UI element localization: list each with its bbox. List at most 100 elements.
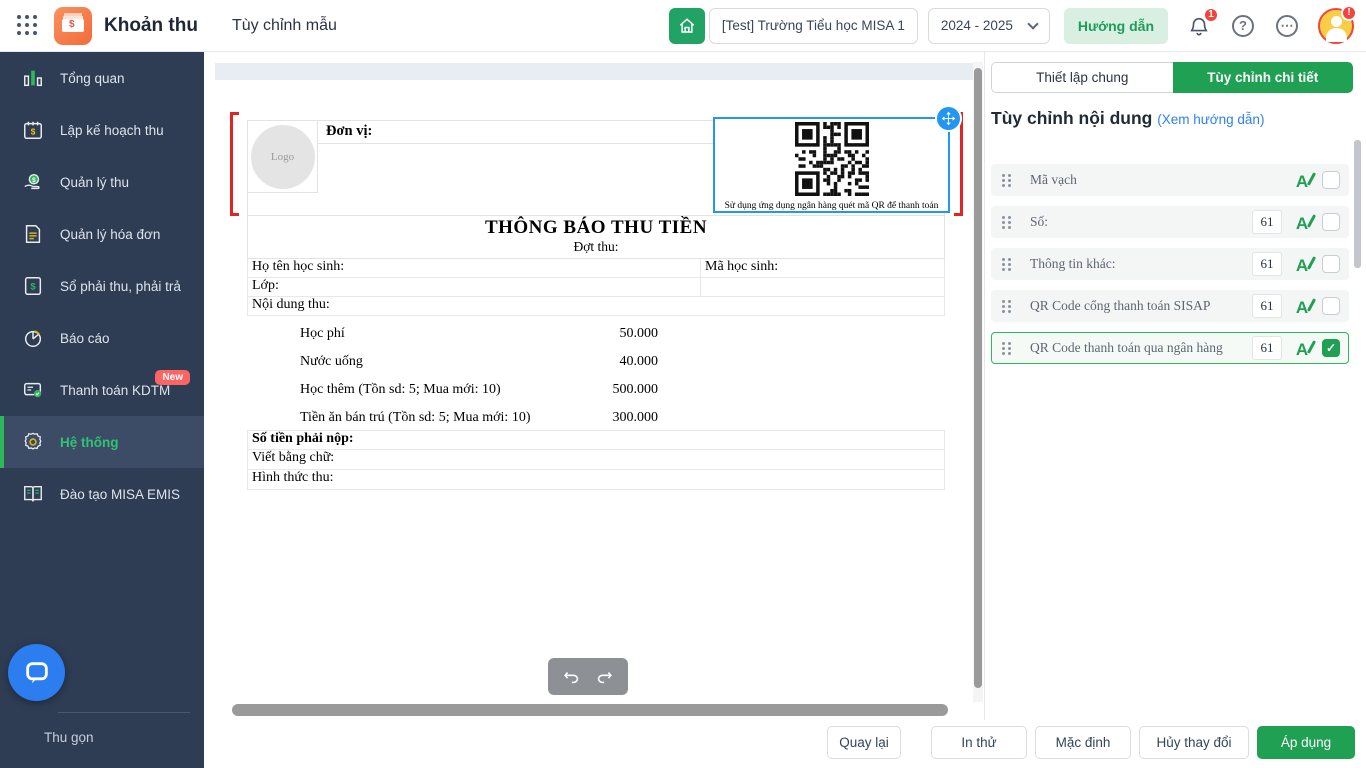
test-print-button[interactable]: In thử xyxy=(931,726,1027,759)
gear-icon xyxy=(24,432,42,450)
panel-scrollbar[interactable] xyxy=(1354,140,1361,268)
in-words-row[interactable]: Viết bằng chữ: xyxy=(247,450,945,470)
guide-button[interactable]: Hướng dẫn xyxy=(1063,7,1168,44)
page-margin-band xyxy=(215,63,974,80)
sidebar-item-bao-cao[interactable]: Báo cáo xyxy=(0,312,204,364)
font-settings-icon[interactable]: A xyxy=(1290,210,1317,234)
font-size-value[interactable]: 61 xyxy=(1252,336,1282,360)
template-preview-canvas: Logo Đơn vị: Sử dụng ứng dụng ngân hàng … xyxy=(204,52,984,720)
font-settings-icon[interactable]: A xyxy=(1290,168,1317,192)
invoice-icon xyxy=(25,225,41,243)
fee-row: Học phí 50.000 xyxy=(300,326,658,341)
document-title-block[interactable]: THÔNG BÁO THU TIỀN Đợt thu: xyxy=(247,215,945,259)
app-name: Khoản thu xyxy=(104,14,198,36)
option-qr-sisap[interactable]: QR Code cổng thanh toán SISAP 61 A xyxy=(991,290,1349,322)
help-button[interactable]: ? xyxy=(1230,13,1256,39)
undo-icon[interactable] xyxy=(562,667,581,686)
calendar-money-icon: $ xyxy=(24,121,42,139)
sidebar-item-quan-ly-thu[interactable]: $ Quản lý thu xyxy=(0,156,204,208)
option-checkbox-checked[interactable]: ✓ xyxy=(1322,339,1340,357)
sidebar-divider xyxy=(58,712,190,713)
sidebar-item-tong-quan[interactable]: Tổng quan xyxy=(0,52,204,104)
content-label: Nội dung thu: xyxy=(252,297,330,312)
tab-tuy-chinh-chi-tiet[interactable]: Tùy chỉnh chi tiết xyxy=(1172,62,1353,93)
redo-icon[interactable] xyxy=(595,667,614,686)
collapse-sidebar-button[interactable]: Thu gọn xyxy=(44,730,94,745)
document-title: THÔNG BÁO THU TIỀN xyxy=(484,217,708,238)
class-row[interactable]: Lớp: xyxy=(247,278,945,297)
avatar-badge: ! xyxy=(1341,4,1357,21)
drag-handle-icon[interactable] xyxy=(1002,341,1012,355)
total-label: Số tiền phải nộp: xyxy=(252,431,354,446)
sidebar-item-quan-ly-hoa-don[interactable]: Quản lý hóa đơn xyxy=(0,208,204,260)
option-qr-ngan-hang[interactable]: QR Code thanh toán qua ngân hàng 61 A ✓ xyxy=(991,332,1349,364)
logo-circle: Logo xyxy=(250,124,315,189)
school-year-dropdown[interactable]: 2024 - 2025 xyxy=(927,7,1050,44)
chevron-down-icon xyxy=(1027,17,1039,30)
pie-chart-icon xyxy=(24,330,42,347)
font-size-value[interactable]: 61 xyxy=(1252,252,1282,276)
font-settings-icon[interactable]: A xyxy=(1290,294,1317,318)
logo-placeholder-cell[interactable]: Logo xyxy=(248,121,318,193)
drag-handle-icon[interactable] xyxy=(1002,257,1012,271)
back-button[interactable]: Quay lại xyxy=(827,726,901,759)
option-checkbox[interactable] xyxy=(1322,171,1340,189)
option-ma-vach[interactable]: Mã vạch A xyxy=(991,164,1349,196)
panel-heading: Tùy chỉnh nội dung (Xem hướng dẫn) xyxy=(991,108,1265,128)
student-row[interactable]: Họ tên học sinh: Mã học sinh: xyxy=(247,259,945,278)
drag-handle-icon[interactable] xyxy=(1002,173,1012,187)
sidebar-item-he-thong[interactable]: Hệ thống xyxy=(0,416,204,468)
fee-row: Nước uống 40.000 xyxy=(300,354,658,369)
sidebar-item-thanh-toan-kdtm[interactable]: Thanh toán KDTM New xyxy=(0,364,204,416)
sidebar-item-dao-tao[interactable]: Đào tạo MISA EMIS xyxy=(0,468,204,520)
font-size-value[interactable]: 61 xyxy=(1252,294,1282,318)
period-label: Đợt thu: xyxy=(573,239,619,254)
cancel-changes-button[interactable]: Hủy thay đổi xyxy=(1139,726,1249,759)
sidebar-item-lap-ke-hoach-thu[interactable]: $ Lập kế hoạch thu xyxy=(0,104,204,156)
user-avatar[interactable]: ! xyxy=(1318,4,1357,44)
notifications-button[interactable]: 1 xyxy=(1186,6,1219,39)
more-options-button[interactable]: ⋯ xyxy=(1274,13,1300,39)
khoan-thu-app-icon[interactable]: $ xyxy=(54,6,92,45)
default-button[interactable]: Mặc định xyxy=(1035,726,1131,759)
customization-panel: Thiết lập chung Tùy chỉnh chi tiết Tùy c… xyxy=(984,52,1366,720)
font-settings-icon[interactable]: A xyxy=(1290,336,1317,360)
undo-redo-toolbar xyxy=(548,658,628,695)
font-size-value[interactable]: 61 xyxy=(1252,210,1282,234)
question-icon: ? xyxy=(1232,14,1254,37)
move-handle-icon[interactable] xyxy=(935,105,962,132)
total-row[interactable]: Số tiền phải nộp: xyxy=(247,430,945,450)
canvas-vertical-scrollbar[interactable] xyxy=(974,68,982,688)
notification-badge: 1 xyxy=(1203,6,1219,23)
option-checkbox[interactable] xyxy=(1322,297,1340,315)
page-title: Tùy chỉnh mẫu xyxy=(231,16,337,34)
avatar-person-icon xyxy=(1331,15,1342,27)
qr-code-image xyxy=(794,122,869,196)
svg-text:$: $ xyxy=(31,128,36,137)
option-thong-tin-khac[interactable]: Thông tin khác: 61 A xyxy=(991,248,1349,280)
method-row[interactable]: Hình thức thu: xyxy=(247,470,945,490)
sidebar-item-so-phai-thu[interactable]: $ Sổ phải thu, phải trả xyxy=(0,260,204,312)
tab-thiet-lap-chung[interactable]: Thiết lập chung xyxy=(991,62,1173,93)
app-launcher-icon[interactable] xyxy=(16,14,40,38)
school-name[interactable]: [Test] Trường Tiểu học MISA 1 xyxy=(708,7,918,44)
drag-handle-icon[interactable] xyxy=(1002,215,1012,229)
fee-row: Tiền ăn bán trú (Tồn sd: 5; Mua mới: 10)… xyxy=(300,410,658,425)
qr-bank-block-selected[interactable]: Sử dụng ứng dụng ngân hàng quét mã QR để… xyxy=(713,105,962,213)
option-checkbox[interactable] xyxy=(1322,213,1340,231)
drag-handle-icon[interactable] xyxy=(1002,299,1012,313)
ellipsis-icon: ⋯ xyxy=(1276,14,1298,37)
new-badge: New xyxy=(155,370,190,385)
school-selector[interactable]: [Test] Trường Tiểu học MISA 1 xyxy=(668,7,918,44)
apply-button[interactable]: Áp dụng xyxy=(1257,726,1355,759)
chat-support-button[interactable] xyxy=(8,644,65,701)
canvas-horizontal-scrollbar[interactable] xyxy=(232,704,948,716)
option-checkbox[interactable] xyxy=(1322,255,1340,273)
home-icon[interactable] xyxy=(668,7,705,44)
student-name-label: Họ tên học sinh: xyxy=(248,259,701,277)
view-guide-link[interactable]: (Xem hướng dẫn) xyxy=(1157,112,1264,127)
option-so[interactable]: Số: 61 A xyxy=(991,206,1349,238)
content-row[interactable]: Nội dung thu: xyxy=(247,297,945,316)
panel-tabs: Thiết lập chung Tùy chỉnh chi tiết xyxy=(991,62,1353,93)
font-settings-icon[interactable]: A xyxy=(1290,252,1317,276)
